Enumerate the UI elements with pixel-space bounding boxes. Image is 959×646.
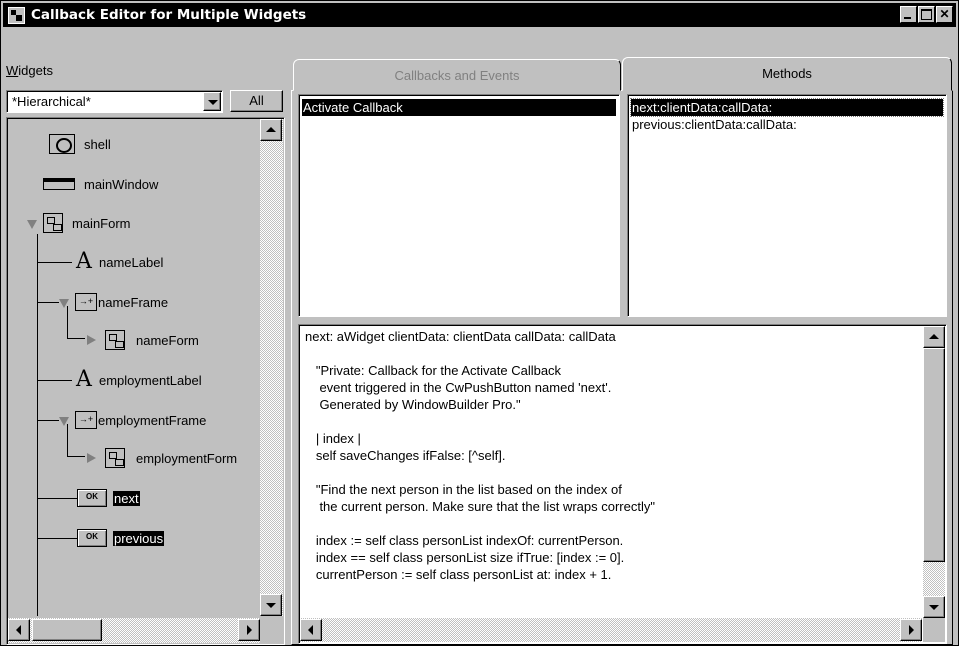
method-source-text[interactable]: next: aWidget clientData: clientData cal… xyxy=(305,328,915,617)
tree-node-employmentlabel[interactable]: A employmentLabel xyxy=(76,366,203,394)
tree-vertical-scrollbar[interactable] xyxy=(260,119,283,616)
code-line: | index | xyxy=(305,431,361,446)
scroll-down-icon[interactable] xyxy=(260,594,282,616)
widget-tree[interactable]: shell mainWindow mainForm A nameLabel →+… xyxy=(6,117,285,645)
scroll-up-icon[interactable] xyxy=(260,119,282,141)
push-button-icon: OK xyxy=(77,529,107,547)
code-line: currentPerson := self class personList a… xyxy=(305,567,612,582)
scroll-right-icon[interactable] xyxy=(900,619,922,641)
close-icon[interactable]: ✕ xyxy=(936,6,953,23)
tree-horizontal-scrollbar[interactable] xyxy=(8,618,260,643)
expand-arrow-icon[interactable] xyxy=(59,417,69,426)
label-icon: A xyxy=(76,367,92,392)
form-icon xyxy=(105,330,125,350)
label-icon: A xyxy=(76,249,92,274)
tree-node-employmentframe[interactable]: →+ employmentFrame xyxy=(59,406,207,434)
title-bar[interactable]: Callback Editor for Multiple Widgets ✕ xyxy=(3,3,956,27)
widget-filter-value: *Hierarchical* xyxy=(12,94,91,109)
code-line: index := self class personList indexOf: … xyxy=(305,533,624,548)
app-icon[interactable] xyxy=(8,7,25,24)
list-item[interactable]: previous:clientData:callData: xyxy=(631,116,798,133)
chevron-down-icon[interactable] xyxy=(203,92,221,111)
main-window-icon xyxy=(43,178,75,190)
frame-icon: →+ xyxy=(75,411,97,429)
form-icon xyxy=(105,448,125,468)
expand-arrow-icon[interactable] xyxy=(59,299,69,308)
expand-arrow-icon[interactable] xyxy=(27,220,37,229)
form-icon xyxy=(43,213,63,233)
scroll-up-icon[interactable] xyxy=(923,326,945,348)
tree-node-employmentform[interactable]: employmentForm xyxy=(87,444,238,472)
collapsed-arrow-icon[interactable] xyxy=(87,335,96,345)
tree-node-mainwindow[interactable]: mainWindow xyxy=(43,170,159,198)
tree-node-nameframe[interactable]: →+ nameFrame xyxy=(59,288,169,316)
all-button[interactable]: All xyxy=(230,90,283,112)
scroll-thumb[interactable] xyxy=(32,619,102,641)
callbacks-list[interactable]: Activate Callback xyxy=(298,94,620,317)
tree-node-nameform[interactable]: nameForm xyxy=(87,326,200,354)
list-item[interactable]: Activate Callback xyxy=(302,99,616,116)
tree-node-previous[interactable]: OK previous xyxy=(77,524,165,552)
code-line: next: aWidget clientData: clientData cal… xyxy=(305,329,616,344)
widget-tree-content: shell mainWindow mainForm A nameLabel →+… xyxy=(9,120,262,616)
code-line: "Find the next person in the list based … xyxy=(305,482,622,497)
frame-icon: →+ xyxy=(75,293,97,311)
tree-node-shell[interactable]: shell xyxy=(49,130,112,158)
code-line: event triggered in the CwPushButton name… xyxy=(305,380,612,395)
scroll-corner xyxy=(923,618,945,642)
tab-methods[interactable]: Methods xyxy=(622,57,952,91)
methods-list[interactable]: next:clientData:callData: previous:clien… xyxy=(627,94,947,317)
widgets-label: Widgets xyxy=(6,63,53,78)
scroll-right-icon[interactable] xyxy=(238,619,260,641)
window-controls: ✕ xyxy=(900,6,953,23)
scroll-thumb[interactable] xyxy=(923,348,945,562)
minimize-icon[interactable] xyxy=(900,6,917,23)
scroll-left-icon[interactable] xyxy=(8,619,30,641)
callback-editor-window: Callback Editor for Multiple Widgets ✕ W… xyxy=(0,0,959,646)
scroll-left-icon[interactable] xyxy=(300,619,322,641)
maximize-icon[interactable] xyxy=(918,6,935,23)
code-line: "Private: Callback for the Activate Call… xyxy=(305,363,562,378)
editor-horizontal-scrollbar[interactable] xyxy=(300,618,922,642)
method-source-editor[interactable]: next: aWidget clientData: clientData cal… xyxy=(298,324,947,644)
tree-node-mainform[interactable]: mainForm xyxy=(27,209,132,237)
tab-callbacks-and-events[interactable]: Callbacks and Events xyxy=(293,59,621,91)
push-button-icon: OK xyxy=(77,489,107,507)
collapsed-arrow-icon[interactable] xyxy=(87,453,96,463)
window-title: Callback Editor for Multiple Widgets xyxy=(31,7,307,23)
code-line: self saveChanges ifFalse: [^self]. xyxy=(305,448,506,463)
code-line: index == self class personList size ifTr… xyxy=(305,550,625,565)
tree-node-namelabel[interactable]: A nameLabel xyxy=(76,248,164,276)
shell-icon xyxy=(49,134,75,154)
editor-vertical-scrollbar[interactable] xyxy=(923,326,945,618)
code-line: Generated by WindowBuilder Pro." xyxy=(305,397,521,412)
list-item[interactable]: next:clientData:callData: xyxy=(630,98,944,117)
widget-filter-combo[interactable]: *Hierarchical* xyxy=(6,90,223,113)
scroll-down-icon[interactable] xyxy=(923,596,945,618)
tree-node-next[interactable]: OK next xyxy=(77,484,140,512)
code-line: the current person. Make sure that the l… xyxy=(305,499,655,514)
